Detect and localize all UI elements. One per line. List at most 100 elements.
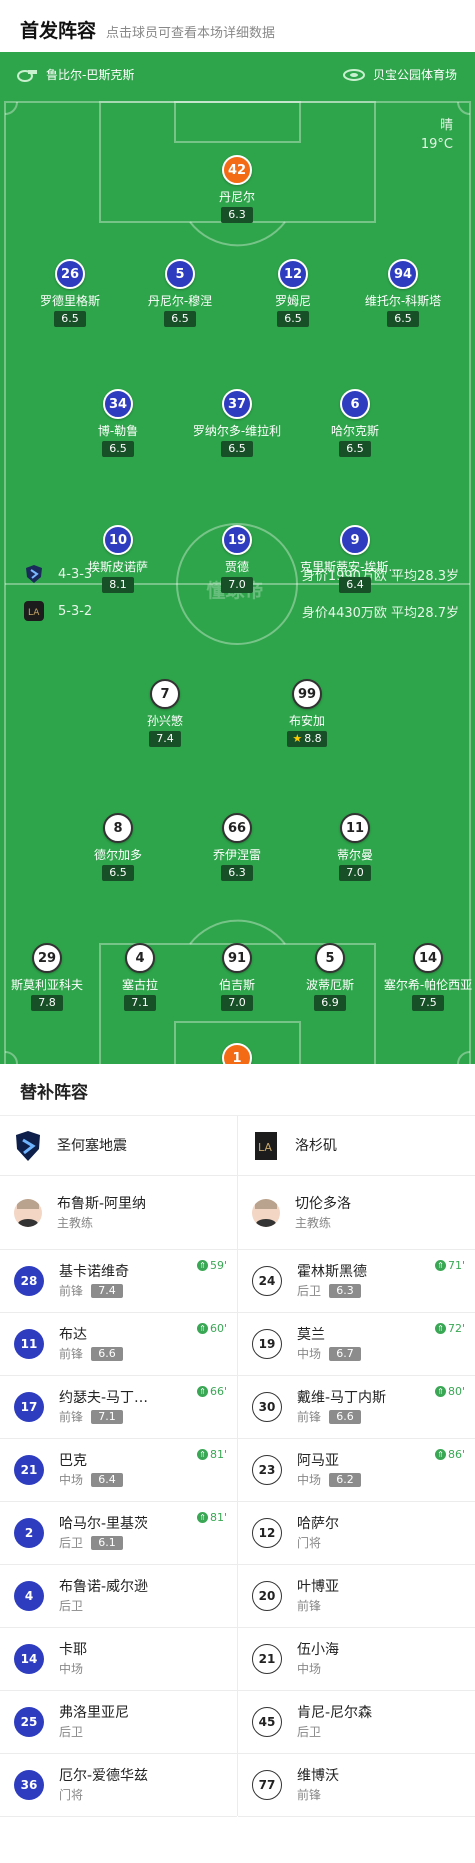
sub-in-minute: 86' [447, 1448, 465, 1461]
bench-player-row[interactable]: 23 阿马亚 中场 6.2 ⇑ 86' [238, 1439, 475, 1502]
player-rating: 6.5 [54, 311, 86, 327]
lineup-header: 首发阵容 点击球员可查看本场详细数据 [0, 0, 475, 52]
player-name: 贾德 [224, 560, 249, 574]
sub-in-minute: 66' [209, 1385, 227, 1398]
bench-player-meta: 前锋 7.4 [59, 1282, 129, 1300]
player-away[interactable]: 11 蒂尔曼 7.0 [300, 813, 410, 913]
bench-player-row[interactable]: 20 叶博亚 前锋 [238, 1565, 475, 1628]
bench-player-position: 后卫 [297, 1725, 322, 1739]
player-away[interactable]: 99 布安加 ★ 8.8 [252, 679, 362, 779]
player-away[interactable]: 4 塞古拉 7.1 [85, 943, 195, 1043]
weather-condition: 晴 [439, 118, 453, 133]
jersey-number: 9 [340, 525, 370, 555]
player-away[interactable]: 1洛里6.5 [182, 1043, 292, 1064]
bench-player-row[interactable]: 30 戴维-马丁内斯 前锋 6.6 ⇑ 80' [238, 1376, 475, 1439]
player-home[interactable]: 19 贾德 7.0 [182, 525, 292, 625]
sub-in-icon: ⇑ [196, 1260, 208, 1271]
jersey-number: 24 [252, 1266, 282, 1296]
jersey-number: 8 [103, 813, 133, 843]
player-home[interactable]: 94 维托尔-科斯塔 6.5 [348, 259, 458, 359]
bench-player-row[interactable]: 11 布达 前锋 6.6 ⇑ 60' [0, 1313, 237, 1376]
bench-player-row[interactable]: 19 莫兰 中场 6.7 ⇑ 72' [238, 1313, 475, 1376]
bench-player-row[interactable]: 24 霍林斯黑德 后卫 6.3 ⇑ 71' [238, 1250, 475, 1313]
bench-player-row[interactable]: 21 伍小海 中场 [238, 1628, 475, 1691]
player-home[interactable]: 12 罗姆尼 6.5 [238, 259, 348, 359]
bench-player-row[interactable]: 25 弗洛里亚尼 后卫 [0, 1691, 237, 1754]
bench-player-name: 弗洛里亚尼 [59, 1705, 129, 1721]
player-home[interactable]: 5 丹尼尔-穆涅 6.5 [125, 259, 235, 359]
jersey-number: 26 [55, 259, 85, 289]
sub-in-minute: 71' [447, 1259, 465, 1272]
player-home[interactable]: 34 博-勒鲁 6.5 [63, 389, 173, 489]
bench-player-name: 叶博亚 [297, 1579, 339, 1595]
best-player-star-icon: ★ [292, 732, 303, 745]
jersey-number: 5 [315, 943, 345, 973]
player-rating: 6.5 [102, 441, 134, 457]
jersey-number: 11 [340, 813, 370, 843]
sub-in-icon: ⇑ [196, 1323, 208, 1334]
sub-in-minute: 59' [209, 1259, 227, 1272]
jersey-number: 6 [340, 389, 370, 419]
player-home[interactable]: 37 罗纳尔多-维拉利 6.5 [182, 389, 292, 489]
sub-in-time: ⇑ 81' [196, 1448, 227, 1461]
bench-player-row[interactable]: 17 约瑟夫-马丁… 前锋 7.1 ⇑ 66' [0, 1376, 237, 1439]
bench-player-row[interactable]: 45 肯尼-尼尔森 后卫 [238, 1691, 475, 1754]
player-rating: 6.9 [314, 995, 346, 1011]
away-team-logo-icon: LA [24, 601, 44, 621]
bench-player-meta: 后卫 [59, 1597, 148, 1615]
player-home[interactable]: 42 丹尼尔 6.3 [182, 155, 292, 255]
lineup-subtitle: 点击球员可查看本场详细数据 [106, 26, 276, 41]
bench-player-name: 厄尔-爱德华兹 [59, 1768, 149, 1784]
player-away[interactable]: 66 乔伊涅雷 6.3 [182, 813, 292, 913]
player-name: 克里斯蒂安-埃斯皮诺萨 [300, 560, 410, 574]
home-team-row[interactable]: 圣何塞地震 [0, 1116, 237, 1176]
bench-player-row[interactable]: 36 厄尔-爱德华兹 门将 [0, 1754, 237, 1817]
coach-role: 主教练 [295, 1215, 332, 1230]
player-rating: 6.5 [164, 311, 196, 327]
bench-player-meta: 门将 [297, 1534, 339, 1552]
bench-player-row[interactable]: 2 哈马尔-里基茨 后卫 6.1 ⇑ 81' [0, 1502, 237, 1565]
sub-in-time: ⇑ 72' [434, 1322, 465, 1335]
sub-in-minute: 72' [447, 1322, 465, 1335]
bench-player-row[interactable]: 21 巴克 中场 6.4 ⇑ 81' [0, 1439, 237, 1502]
sub-in-time: ⇑ 59' [196, 1259, 227, 1272]
player-name: 蒂尔曼 [336, 848, 373, 862]
bench-player-rating: 7.1 [91, 1410, 124, 1424]
sub-in-icon: ⇑ [434, 1386, 446, 1397]
away-team-row[interactable]: LA 洛杉矶 [238, 1116, 475, 1176]
player-rating: 6.5 [221, 441, 253, 457]
player-home[interactable]: 26 罗德里格斯 6.5 [15, 259, 125, 359]
jersey-number: 4 [14, 1581, 44, 1611]
bench-player-row[interactable]: 12 哈萨尔 门将 [238, 1502, 475, 1565]
jersey-number: 21 [14, 1455, 44, 1485]
player-away[interactable]: 14 塞尔希-帕伦西亚 7.5 [373, 943, 475, 1043]
whistle-icon [17, 69, 37, 82]
player-away[interactable]: 7 孙兴慜 7.4 [110, 679, 220, 779]
player-name: 塞古拉 [121, 978, 158, 992]
bench-player-row[interactable]: 77 维博沃 前锋 [238, 1754, 475, 1817]
bench-player-name: 霍林斯黑德 [297, 1264, 367, 1280]
player-home[interactable]: 9 克里斯蒂安-埃斯皮诺萨 6.4 [300, 525, 410, 625]
bench-player-row[interactable]: 4 布鲁诺-威尔逊 后卫 [0, 1565, 237, 1628]
sub-in-minute: 81' [209, 1448, 227, 1461]
home-coach-row[interactable]: 布鲁斯-阿里纳 主教练 [0, 1176, 237, 1250]
jersey-number: 37 [222, 389, 252, 419]
bench-player-position: 前锋 [297, 1599, 322, 1613]
bench-player-row[interactable]: 14 卡耶 中场 [0, 1628, 237, 1691]
bench-player-meta: 中场 6.7 [297, 1345, 362, 1363]
jersey-number: 12 [252, 1518, 282, 1548]
player-home[interactable]: 10 埃斯皮诺萨 8.1 [63, 525, 173, 625]
player-home[interactable]: 6 哈尔克斯 6.5 [300, 389, 410, 489]
bench-player-position: 中场 [297, 1473, 322, 1487]
away-coach-row[interactable]: 切伦多洛 主教练 [238, 1176, 475, 1250]
bench-player-position: 前锋 [59, 1347, 84, 1361]
sub-in-icon: ⇑ [196, 1512, 208, 1523]
bench-title: 替补阵容 [0, 1064, 475, 1116]
player-away[interactable]: 8 德尔加多 6.5 [63, 813, 173, 913]
sub-in-icon: ⇑ [434, 1260, 446, 1271]
bench-player-row[interactable]: 28 基卡诺维奇 前锋 7.4 ⇑ 59' [0, 1250, 237, 1313]
bench-player-name: 布达 [59, 1327, 87, 1343]
player-away[interactable]: 5 波蒂厄斯 6.9 [275, 943, 385, 1043]
jersey-number: 17 [14, 1392, 44, 1422]
player-rating: 7.4 [149, 731, 181, 747]
